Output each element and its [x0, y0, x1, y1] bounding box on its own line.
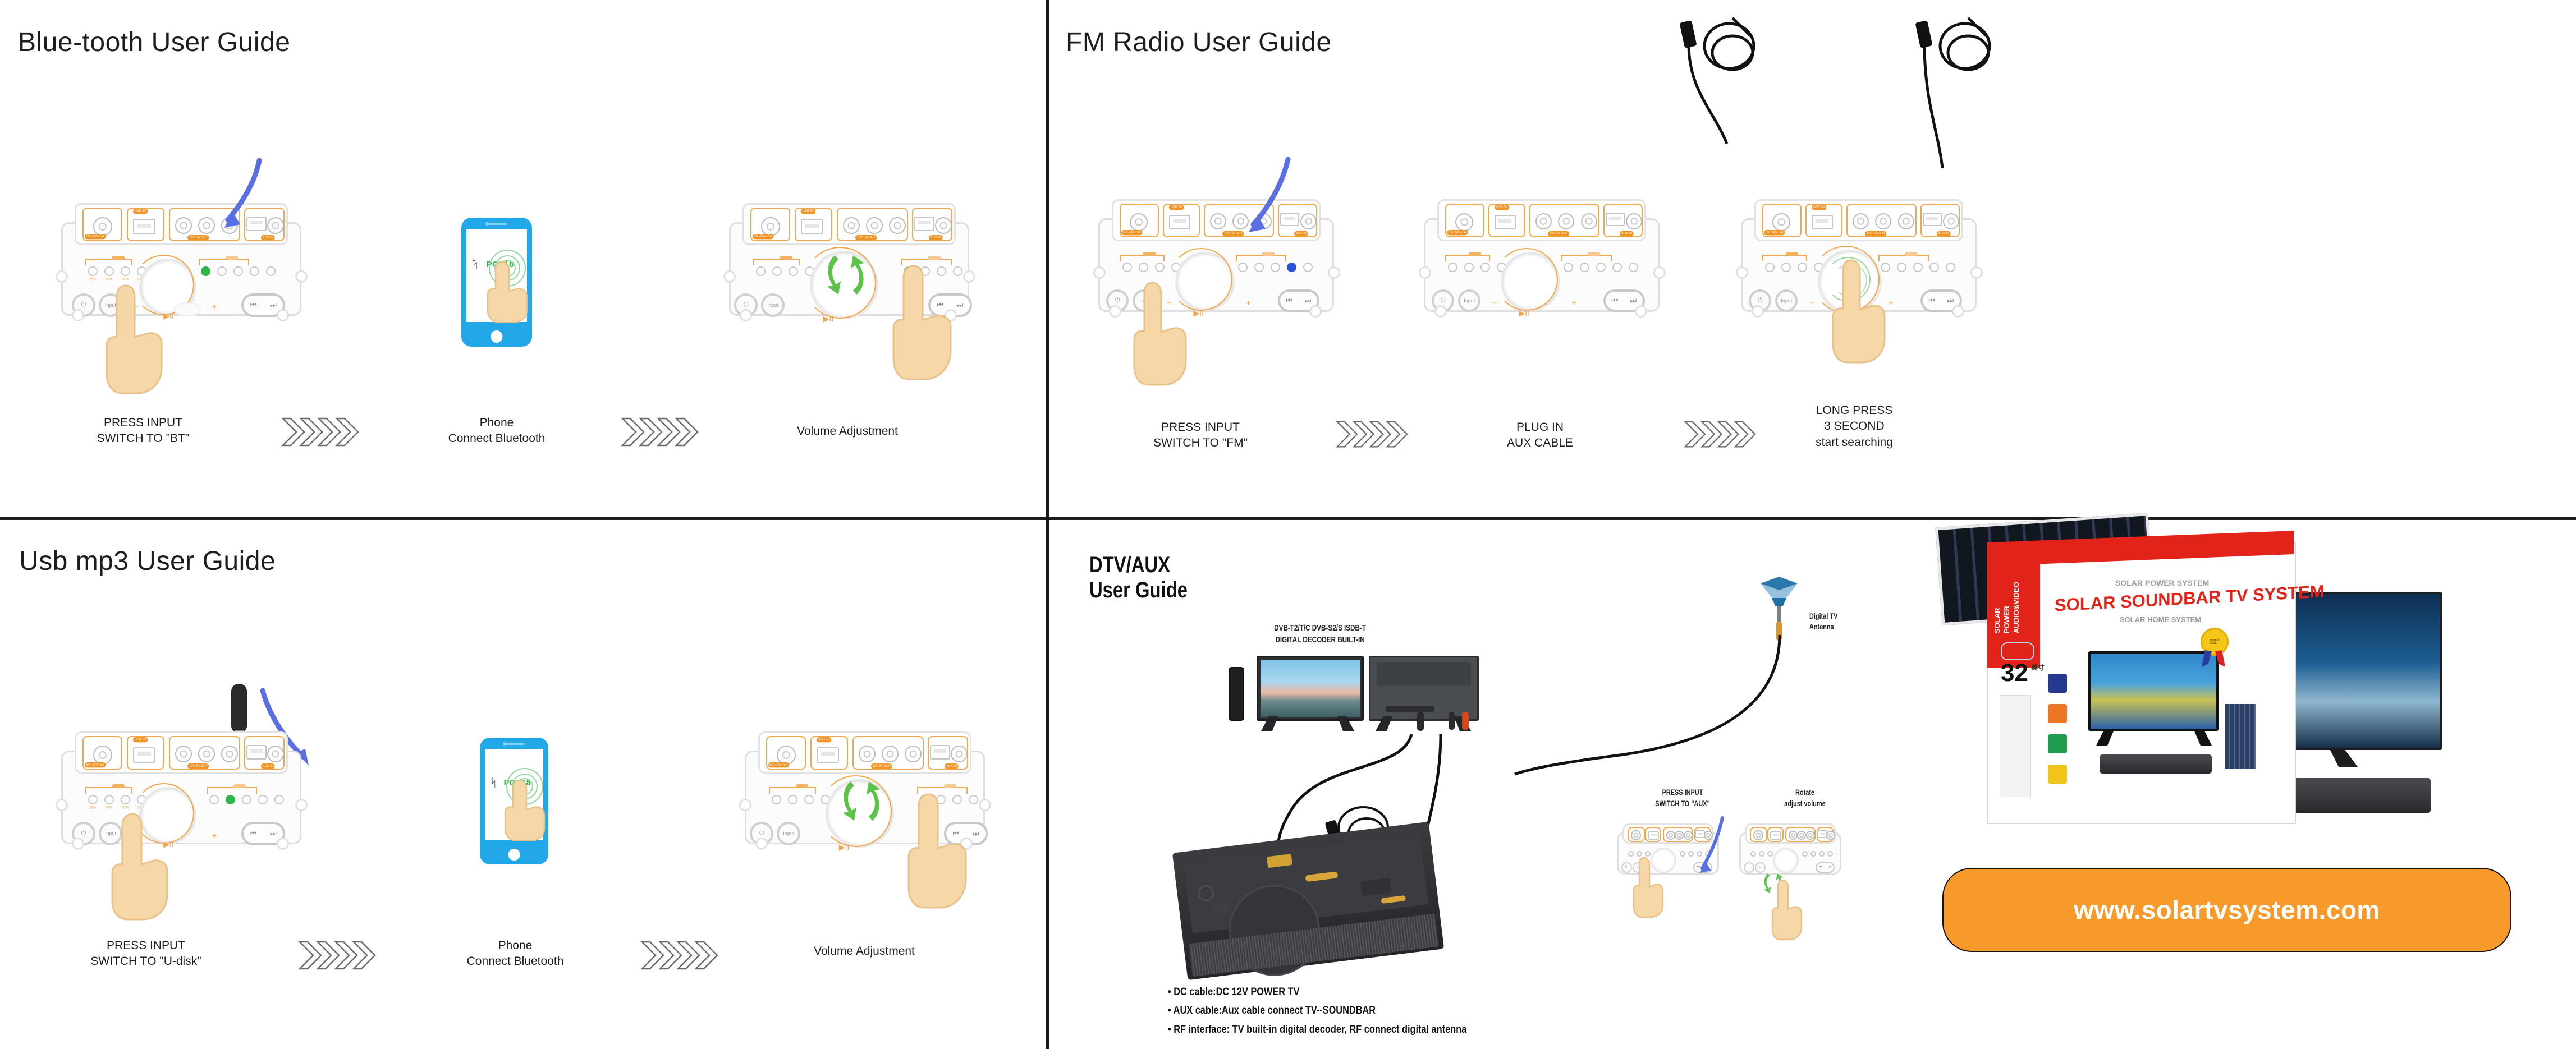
input-button[interactable]: Input [1458, 289, 1481, 312]
control-panel-fm1: 5V~24V~5A USB 5V 12V 5A OUT AUX IN − + ⏻… [1083, 195, 1346, 324]
pointing-hand-icon-fm3 [1826, 258, 1889, 365]
battery-label-75: 75% [121, 277, 129, 281]
power-button[interactable]: ⏻ [1744, 862, 1754, 873]
volume-rotate-arrows-icon-2 [836, 776, 887, 829]
dtv-bullet-1: • DC cable:DC 12V POWER TV [1168, 986, 1300, 998]
bluetooth-icon: ᛪ [471, 258, 479, 271]
skip-buttons[interactable]: ⏮⏭ [1816, 862, 1835, 873]
control-panel-fm2: 5V~24V~5A USB 5V 12V 5A OUT AUX IN − + ⏻… [1408, 195, 1672, 324]
next-icon: ⏭ [270, 300, 277, 309]
poster-root: Blue-tooth User Guide 5V~24V~5A USB 5V 1… [0, 0, 2576, 1049]
fm-guide-title: FM Radio User Guide [1066, 27, 1332, 57]
input-button[interactable]: Input [777, 821, 801, 845]
aux-cable-icon-1 [1666, 11, 1773, 160]
control-panel-mini-2: ⏻ In ⏮ ⏭ [1732, 822, 1845, 878]
box-oval-mark [2001, 642, 2034, 660]
chevron-arrows-fm2 [1683, 420, 1756, 449]
box-side-text: SOLAR POWER AUDIO&VIDEO [1993, 582, 2020, 633]
blue-pointer-arrow-dtv [1695, 815, 1729, 879]
usb-step-3-caption: Volume Adjustment [814, 945, 915, 958]
led-udisk-indicator [225, 794, 235, 804]
dtv-ministep-1-caption: PRESS INPUT SWITCH TO "AUX" [1655, 788, 1710, 808]
blue-pointer-arrow-fm [1229, 156, 1301, 243]
box-soundbar-photo [2100, 754, 2212, 774]
input-button[interactable]: Input [761, 293, 785, 317]
phone-mockup-1: ᛪ POV18 [461, 218, 532, 347]
product-box: SOLAR POWER AUDIO&VIDEO SOLAR POWER SYST… [1947, 531, 2325, 824]
battery-icon [2048, 765, 2067, 784]
bluetooth-step-2-caption: Phone Connect Bluetooth [448, 416, 546, 445]
pointing-hand-icon-usb3 [901, 792, 971, 910]
input-button[interactable]: Input [1775, 289, 1798, 312]
aux-cable-icon-2 [1902, 11, 2009, 182]
pointing-hand-icon-dtv1 [1631, 857, 1664, 918]
box-sub-title: SOLAR HOME SYSTEM [2120, 615, 2202, 624]
chevron-arrows-1 [281, 416, 359, 448]
chevron-arrows-2 [620, 416, 699, 448]
chevron-arrows-usb1 [297, 940, 376, 971]
power-button[interactable]: ⏻ [1621, 862, 1632, 873]
chevron-arrows-fm1 [1335, 420, 1408, 449]
chevron-arrows-usb2 [640, 940, 718, 971]
box-size-number: 32 [2001, 659, 2028, 687]
prev-icon: ⏮ [250, 300, 257, 309]
control-panel-usb1: 5V~24V~5A USB 5V 12V 5A OUT AUX IN 25% 5… [45, 728, 314, 857]
power-icon [2048, 704, 2067, 723]
fm-step-2-caption: PLUG IN AUX CABLE [1507, 421, 1573, 450]
usb-guide-title: Usb mp3 User Guide [19, 546, 276, 576]
solar-panel-icon [2048, 674, 2067, 693]
fm-step-3-caption: LONG PRESS 3 SECOND start searching [1816, 404, 1893, 449]
pointing-hand-icon-fm1 [1129, 280, 1190, 387]
battery-label-50: 50% [105, 805, 113, 809]
bluetooth-icon: ᛪ [490, 777, 497, 790]
led-fm-indicator [1287, 262, 1297, 272]
phone-mockup-2: ᛪ POV18 [480, 738, 548, 864]
box-spec-block [2000, 695, 2031, 797]
dtv-ministep-2-caption: Rotate adjust volume [1784, 788, 1826, 808]
battery-label-25: 25% [89, 277, 97, 281]
dtv-bullet-2: • AUX cable:Aux cable connect TV--SOUNDB… [1168, 1005, 1376, 1017]
bluetooth-step-3-caption: Volume Adjustment [797, 425, 898, 438]
tv-front-image [1257, 656, 1364, 721]
box-tv-stand [2096, 730, 2212, 746]
box-size-unit: 英寸 [2031, 664, 2045, 671]
dtv-bullet-list: • DC cable:DC 12V POWER TV • AUX cable:A… [1168, 983, 1515, 1039]
usb-guide-section: Usb mp3 User Guide 5V~24V~5A USB 5V 12V … [0, 520, 1046, 1049]
bluetooth-step-1-caption: PRESS INPUT SWITCH TO "BT" [97, 416, 190, 445]
box-solarpanel-photo [2225, 704, 2256, 769]
box-medal-ribbon [2202, 650, 2225, 667]
volume-rotate-arrows-icon [821, 250, 871, 303]
bluetooth-icon-box [2048, 734, 2067, 753]
antenna-label: Digital TV Antenna [1809, 611, 1838, 631]
tv-remote-icon [1229, 667, 1244, 721]
dtv-guide-section: DTV/AUX User Guide DVB-T2/T/C DVB-S2/S I… [1049, 512, 2576, 1049]
pointing-hand-icon-usb1 [107, 812, 173, 922]
battery-label-25: 25% [89, 805, 97, 809]
usb-step-1-caption: PRESS INPUT SWITCH TO "U-disk" [90, 939, 201, 968]
pointing-hand-icon-dtv2 [1770, 879, 1803, 941]
dtv-bullet-3: • RF interface: TV built-in digital deco… [1168, 1023, 1467, 1036]
dtv-guide-title: DTV/AUX User Guide [1089, 553, 1188, 602]
blue-pointer-arrow-1 [208, 157, 275, 238]
pointing-hand-icon-3 [886, 264, 956, 381]
bluetooth-guide-title: Blue-tooth User Guide [18, 27, 291, 57]
fm-step-1-caption: PRESS INPUT SWITCH TO "FM" [1153, 421, 1248, 450]
pointing-hand-icon-1 [100, 283, 167, 395]
battery-label-75: 75% [121, 805, 129, 809]
website-url-button[interactable]: www.solartvsystem.com [1942, 868, 2511, 952]
bluetooth-guide-section: Blue-tooth User Guide 5V~24V~5A USB 5V 1… [0, 0, 1046, 517]
box-top-line: SOLAR POWER SYSTEM [2115, 578, 2210, 587]
battery-label-50: 50% [105, 277, 113, 281]
led-bt-indicator [201, 266, 211, 276]
usb-step-2-caption: Phone Connect Bluetooth [466, 939, 564, 968]
fm-guide-section: FM Radio User Guide 5V~24V~5A USB 5V 12V… [1049, 0, 2576, 517]
